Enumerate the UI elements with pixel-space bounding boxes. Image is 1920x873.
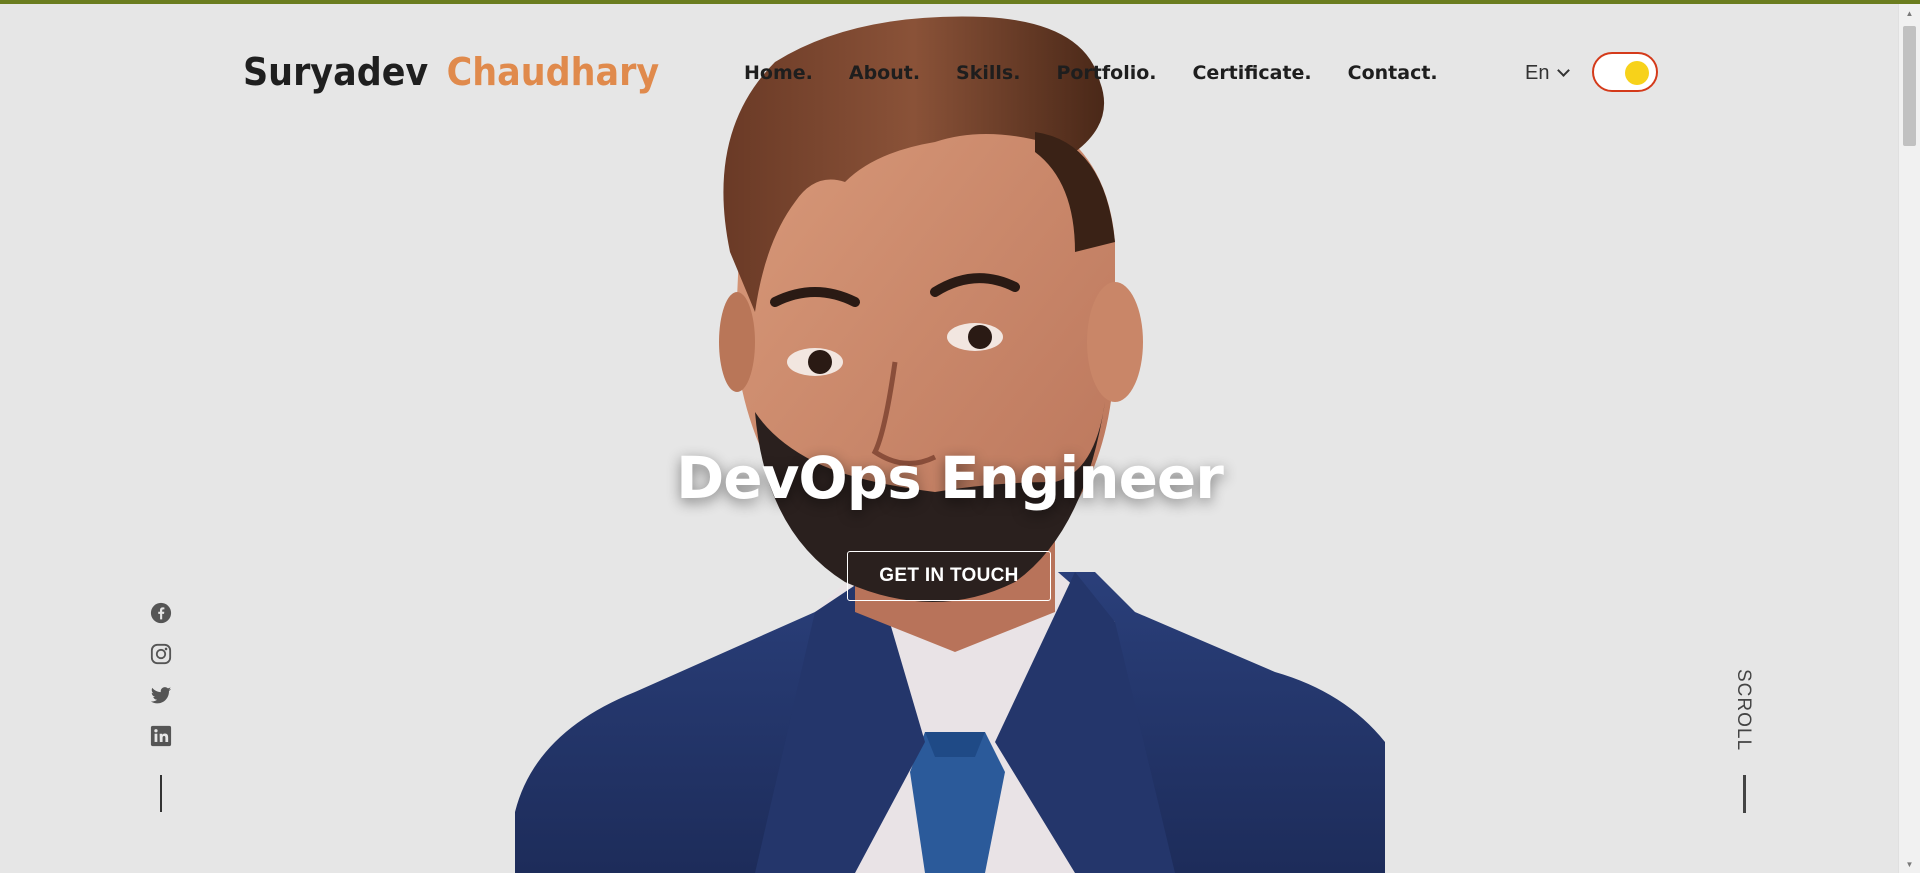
nav-about[interactable]: About.	[849, 62, 920, 84]
nav-skills[interactable]: Skills.	[956, 62, 1020, 84]
get-in-touch-button[interactable]: GET IN TOUCH	[847, 551, 1051, 601]
chevron-down-icon	[1557, 64, 1571, 77]
scroll-up-arrow-icon[interactable]: ▲	[1899, 4, 1920, 22]
profile-photo	[515, 16, 1385, 873]
social-links	[150, 602, 172, 766]
scroll-down-arrow-icon[interactable]: ▼	[1899, 855, 1920, 873]
twitter-icon[interactable]	[150, 684, 172, 706]
scroll-indicator[interactable]: SCROLL	[1733, 668, 1754, 752]
nav-certificate[interactable]: Certificate.	[1192, 62, 1311, 84]
logo-last-name: Chaudhary	[446, 50, 660, 94]
facebook-icon[interactable]	[150, 602, 172, 624]
page: Suryadev Chaudhary Home. About. Skills. P…	[0, 4, 1899, 873]
language-select[interactable]: En	[1525, 59, 1571, 87]
scroll-line	[1743, 775, 1746, 813]
nav-portfolio[interactable]: Portfolio.	[1056, 62, 1156, 84]
nav-contact[interactable]: Contact.	[1348, 62, 1438, 84]
toggle-knob	[1625, 61, 1649, 85]
language-label: En	[1525, 61, 1550, 84]
theme-toggle[interactable]	[1592, 52, 1658, 92]
linkedin-icon[interactable]	[150, 725, 172, 747]
nav-home[interactable]: Home.	[744, 62, 813, 84]
page-scrollbar[interactable]: ▲ ▼	[1898, 4, 1920, 873]
scrollbar-thumb[interactable]	[1903, 26, 1916, 146]
social-divider-line	[160, 775, 162, 812]
instagram-icon[interactable]	[150, 643, 172, 665]
logo-first-name: Suryadev	[243, 50, 429, 94]
scroll-label: SCROLL	[1733, 668, 1754, 752]
main-nav: Home. About. Skills. Portfolio. Certific…	[744, 59, 1474, 87]
site-logo[interactable]: Suryadev Chaudhary	[243, 48, 659, 96]
hero-title: DevOps Engineer	[676, 444, 1224, 512]
